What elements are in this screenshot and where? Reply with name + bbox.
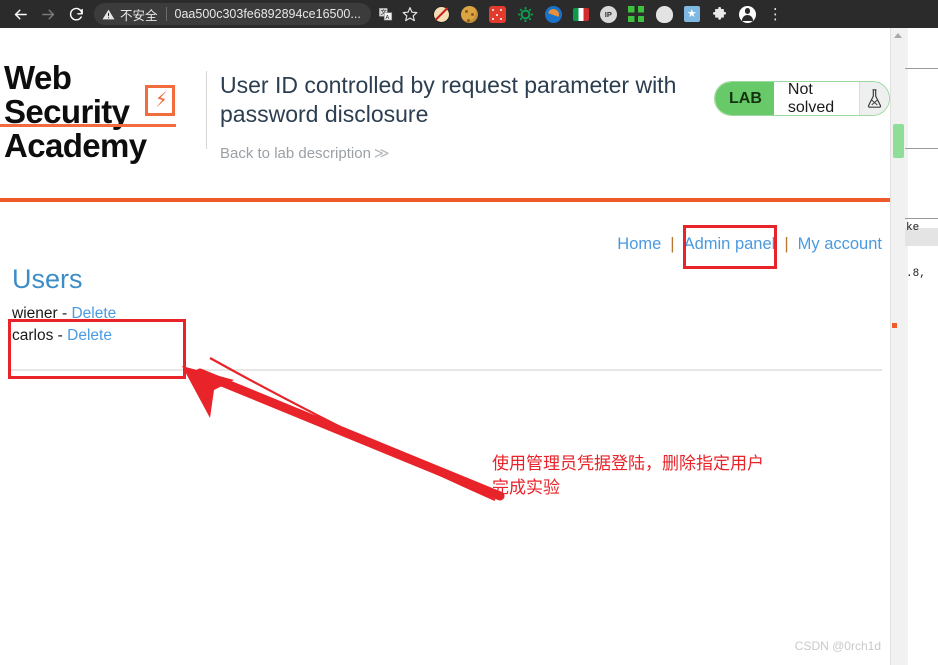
forward-arrow-icon	[41, 9, 54, 19]
back-to-lab-description-label: Back to lab description	[220, 145, 371, 162]
background-window-body: ke .8,	[905, 28, 938, 665]
header-divider	[206, 71, 207, 149]
back-arrow-icon	[14, 9, 27, 19]
qr-code-extension-icon[interactable]	[628, 6, 645, 23]
reload-button[interactable]	[62, 0, 90, 28]
annotation-text-line-2: 完成实验	[492, 478, 560, 498]
background-window: ke .8,	[905, 0, 938, 665]
annotation-arrow	[182, 357, 505, 502]
svg-text:A: A	[385, 14, 389, 20]
lab-badge: LAB	[715, 82, 774, 115]
noscript-extension-icon[interactable]	[432, 5, 450, 23]
reload-icon	[69, 7, 83, 21]
address-bar-separator	[165, 7, 167, 21]
blue-circle-extension-icon[interactable]	[544, 5, 562, 23]
address-bar[interactable]: 不安全 0aa500c303fe6892894ce16500...	[94, 3, 371, 25]
logo-underline	[0, 124, 176, 127]
dice-extension-icon[interactable]	[488, 5, 506, 23]
italy-flag-extension-icon[interactable]	[572, 7, 589, 21]
scrollbar-marker	[892, 323, 897, 328]
white-shape-extension-icon[interactable]	[655, 5, 673, 23]
annotation-text: 使用管理员凭据登陆，删除指定用户 完成实验	[492, 452, 764, 500]
cookie-extension-icon[interactable]	[460, 5, 478, 23]
nav-separator: |	[670, 235, 675, 253]
gear-icon	[517, 6, 533, 22]
logo-line-2: Academy	[4, 127, 147, 164]
annotation-text-line-1: 使用管理员凭据登陆，删除指定用户	[492, 454, 764, 474]
lightning-bolt-icon: ⚡	[155, 89, 168, 112]
page-scrollbar[interactable]	[890, 28, 905, 665]
warning-triangle-icon	[102, 9, 115, 19]
lab-header: Web Security Academy ⚡ User ID controlle…	[0, 28, 890, 163]
back-to-lab-description-link[interactable]: Back to lab description ≫	[220, 144, 390, 162]
status-badge: Not solved	[773, 82, 860, 115]
background-window-text: ke	[906, 222, 920, 234]
annotation-box-users-list	[8, 319, 186, 379]
forward-button[interactable]	[34, 0, 62, 28]
nav-separator: |	[784, 235, 789, 253]
gear-extension-icon[interactable]	[517, 6, 534, 23]
annotation-box-admin-panel	[683, 225, 777, 269]
translate-icon[interactable]: 文 A	[377, 6, 394, 23]
puzzle-piece-icon	[712, 6, 726, 20]
profile-avatar-icon[interactable]	[738, 5, 756, 23]
page-title: User ID controlled by request parameter …	[220, 72, 677, 127]
scrollbar-thumb[interactable]	[893, 124, 904, 158]
three-dot-menu-icon[interactable]: ⋮	[768, 7, 783, 22]
flask-icon[interactable]	[859, 82, 889, 115]
background-window-text: .8,	[906, 268, 926, 280]
scroll-up-button[interactable]	[891, 28, 905, 43]
chevron-right-icon: ≫	[373, 145, 390, 162]
flask-glyph-icon	[867, 89, 882, 108]
star-icon	[402, 7, 418, 22]
translate-glyph-icon: 文 A	[379, 7, 392, 20]
not-secure-label: 不安全	[120, 8, 158, 23]
lab-status-widget[interactable]: LAB Not solved	[714, 81, 890, 116]
background-window-rule	[905, 218, 938, 219]
background-window-rule	[905, 148, 938, 149]
ip-lookup-extension-icon[interactable]: IP	[599, 5, 617, 23]
orange-divider	[0, 198, 890, 202]
not-secure-warning-icon	[102, 8, 115, 21]
back-button[interactable]	[6, 0, 34, 28]
url-text[interactable]: 0aa500c303fe6892894ce16500...	[175, 7, 361, 21]
extension-icons: IP ★	[432, 5, 756, 23]
bookmark-star-icon[interactable]	[402, 6, 419, 23]
nav-link-home[interactable]: Home	[617, 235, 661, 253]
star-box-extension-icon[interactable]: ★	[683, 6, 700, 22]
chevron-up-icon	[894, 33, 902, 38]
puzzle-extensions-icon[interactable]	[711, 6, 728, 23]
page-viewport: Web Security Academy ⚡ User ID controlle…	[0, 28, 905, 665]
background-window-rule	[905, 68, 938, 69]
watermark: CSDN @0rch1d	[794, 639, 881, 653]
nav-link-my-account[interactable]: My account	[798, 235, 882, 253]
browser-toolbar: 不安全 0aa500c303fe6892894ce16500... 文 A IP…	[0, 0, 938, 28]
users-heading: Users	[12, 264, 83, 294]
